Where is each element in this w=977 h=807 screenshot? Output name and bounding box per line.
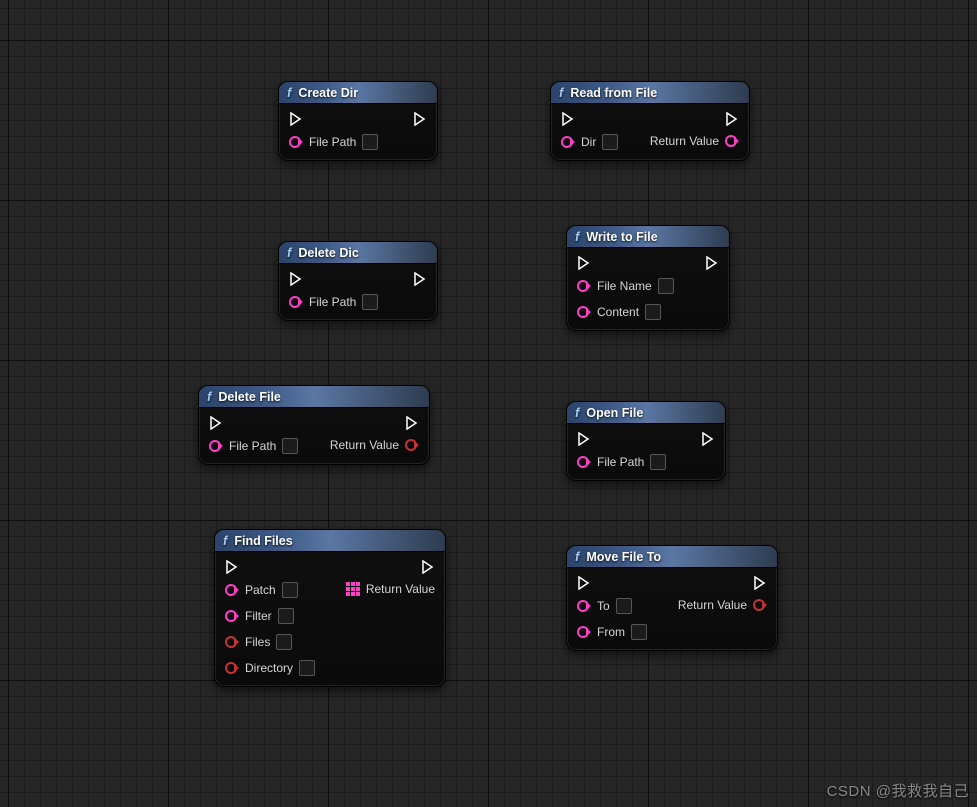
node-header[interactable]: f Create Dir [279, 82, 437, 104]
node-title: Write to File [586, 230, 657, 244]
node-header[interactable]: f Write to File [567, 226, 729, 248]
exec-in-pin[interactable] [577, 256, 591, 270]
textbox[interactable] [282, 582, 298, 598]
node-find-files[interactable]: f Find Files Patch Filter [214, 529, 446, 687]
function-icon: f [287, 85, 291, 100]
textbox[interactable] [276, 634, 292, 650]
input-dir[interactable]: Dir [561, 134, 618, 150]
exec-out-pin[interactable] [413, 112, 427, 126]
input-from[interactable]: From [577, 624, 647, 640]
input-directory[interactable]: Directory [225, 660, 315, 676]
output-return-value[interactable]: Return Value [330, 438, 419, 452]
node-title: Move File To [586, 550, 661, 564]
exec-in-pin[interactable] [577, 432, 591, 446]
exec-in-pin[interactable] [289, 112, 303, 126]
node-title: Find Files [234, 534, 292, 548]
exec-out-pin[interactable] [725, 112, 739, 126]
watermark-text: CSDN @我救我自己 [827, 780, 969, 801]
node-read-from-file[interactable]: f Read from File Dir Return Value [550, 81, 750, 161]
textbox[interactable] [645, 304, 661, 320]
input-patch[interactable]: Patch [225, 582, 315, 598]
exec-in-pin[interactable] [289, 272, 303, 286]
node-header[interactable]: f Read from File [551, 82, 749, 104]
node-write-to-file[interactable]: f Write to File File Name Content [566, 225, 730, 331]
node-header[interactable]: f Open File [567, 402, 725, 424]
exec-out-pin[interactable] [701, 432, 715, 446]
function-icon: f [223, 533, 227, 548]
textbox[interactable] [658, 278, 674, 294]
function-icon: f [207, 389, 211, 404]
input-filter[interactable]: Filter [225, 608, 315, 624]
output-return-value-array[interactable]: Return Value [346, 582, 435, 596]
exec-out-pin[interactable] [405, 416, 419, 430]
input-file-name[interactable]: File Name [577, 278, 719, 294]
exec-out-pin[interactable] [421, 560, 435, 574]
node-delete-dic[interactable]: f Delete Dic File Path [278, 241, 438, 321]
function-icon: f [575, 549, 579, 564]
exec-out-pin[interactable] [413, 272, 427, 286]
output-return-value[interactable]: Return Value [650, 134, 739, 148]
textbox[interactable] [278, 608, 294, 624]
input-content[interactable]: Content [577, 304, 719, 320]
textbox[interactable] [299, 660, 315, 676]
array-pin-icon [346, 582, 360, 596]
node-header[interactable]: f Delete Dic [279, 242, 437, 264]
textbox[interactable] [650, 454, 666, 470]
input-file-path[interactable]: File Path [289, 134, 378, 150]
node-move-file-to[interactable]: f Move File To To From [566, 545, 778, 651]
exec-in-pin[interactable] [209, 416, 223, 430]
textbox[interactable] [616, 598, 632, 614]
node-open-file[interactable]: f Open File File Path [566, 401, 726, 481]
textbox[interactable] [282, 438, 298, 454]
exec-out-pin[interactable] [705, 256, 719, 270]
node-header[interactable]: f Find Files [215, 530, 445, 552]
textbox[interactable] [631, 624, 647, 640]
blueprint-grid[interactable] [0, 0, 977, 807]
node-title: Open File [586, 406, 643, 420]
exec-in-pin[interactable] [225, 560, 239, 574]
textbox[interactable] [602, 134, 618, 150]
input-to[interactable]: To [577, 598, 647, 614]
function-icon: f [287, 245, 291, 260]
function-icon: f [575, 229, 579, 244]
node-create-dir[interactable]: f Create Dir File Path [278, 81, 438, 161]
output-return-value[interactable]: Return Value [678, 598, 767, 612]
input-file-path[interactable]: File Path [289, 294, 378, 310]
textbox[interactable] [362, 134, 378, 150]
node-title: Delete Dic [298, 246, 358, 260]
exec-out-pin[interactable] [753, 576, 767, 590]
node-title: Delete File [218, 390, 281, 404]
textbox[interactable] [362, 294, 378, 310]
input-files[interactable]: Files [225, 634, 315, 650]
function-icon: f [575, 405, 579, 420]
node-title: Create Dir [298, 86, 358, 100]
node-header[interactable]: f Delete File [199, 386, 429, 408]
input-file-path[interactable]: File Path [209, 438, 298, 454]
exec-in-pin[interactable] [577, 576, 591, 590]
input-file-path[interactable]: File Path [577, 454, 666, 470]
exec-in-pin[interactable] [561, 112, 575, 126]
function-icon: f [559, 85, 563, 100]
node-title: Read from File [570, 86, 657, 100]
node-header[interactable]: f Move File To [567, 546, 777, 568]
node-delete-file[interactable]: f Delete File File Path Return Value [198, 385, 430, 465]
